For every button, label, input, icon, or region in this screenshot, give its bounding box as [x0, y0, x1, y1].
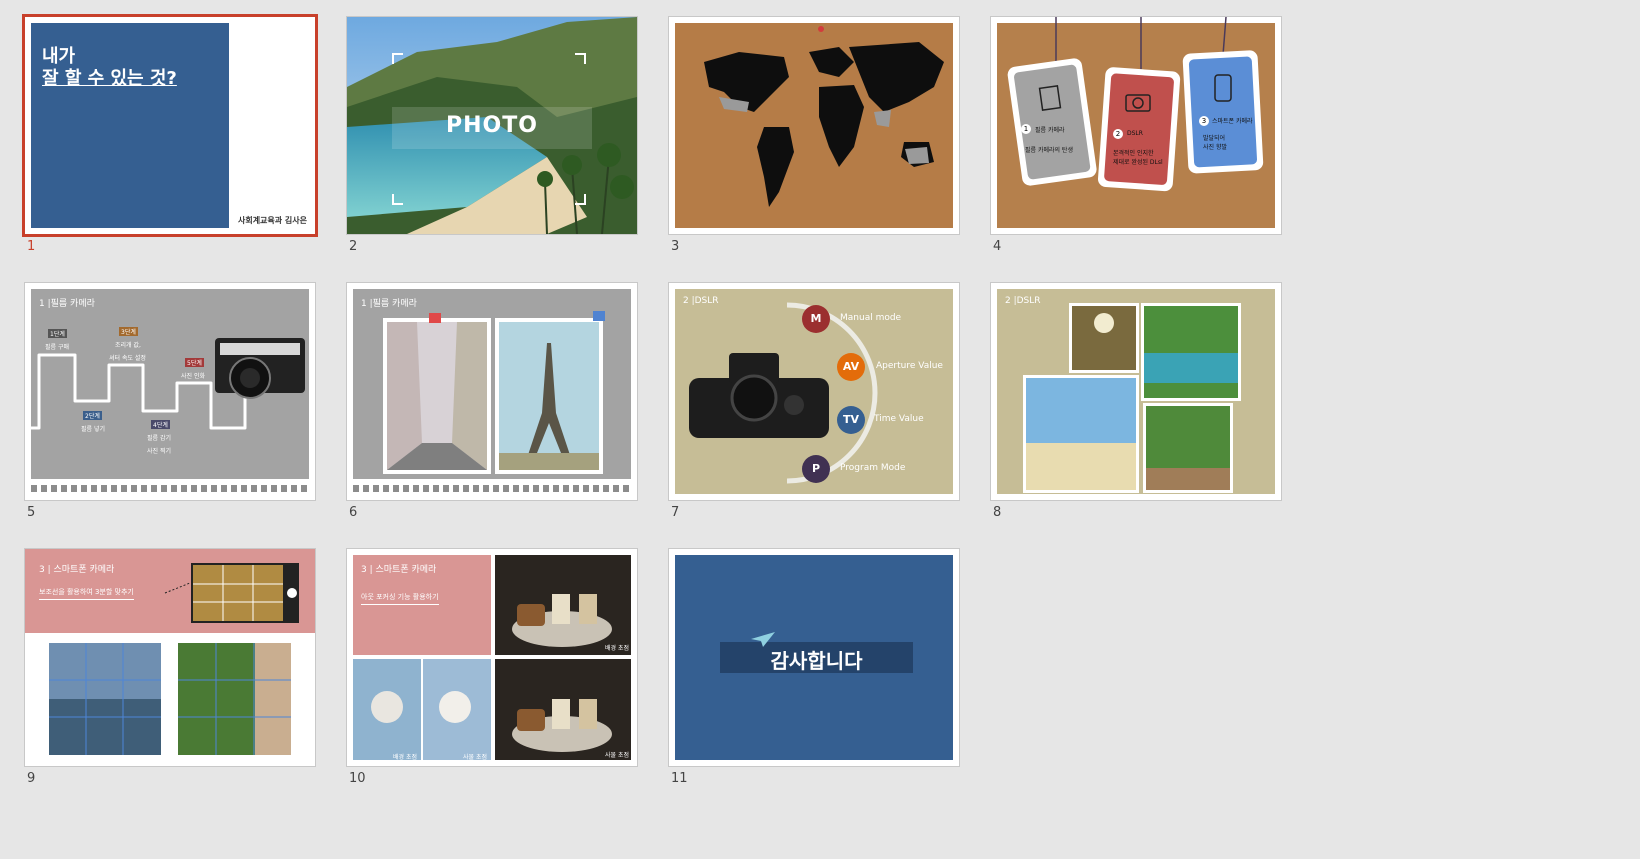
author-text: 사회계교육과 김사은: [237, 216, 307, 225]
slide-number-3: 3: [671, 239, 680, 254]
caption-background-focus-1: 배경 초점: [605, 645, 629, 652]
slide-number-9: 9: [27, 771, 36, 786]
dslr-camera-icon: [689, 353, 829, 438]
slide-thumbnail-6[interactable]: 1 |필름 카메라: [347, 283, 637, 500]
tag-1-desc: 필름 카메라의 탄생: [1025, 147, 1073, 154]
film-strip: [353, 485, 631, 492]
film-strip: [31, 485, 309, 492]
step-3-text-2: 셔터 속도 설정: [109, 355, 146, 362]
slide-thumbnail-1[interactable]: 내가 잘 할 수 있는 것? 사회계교육과 김사은: [25, 17, 315, 234]
mode-tv-letter: TV: [842, 413, 860, 426]
tag-2-num: 2: [1113, 129, 1123, 139]
mode-av-label: Aperture Value: [876, 361, 943, 371]
slide-number-8: 8: [993, 505, 1002, 520]
step-4-badge: 4단계: [151, 420, 170, 429]
step-2-text: 필름 넣기: [81, 426, 105, 433]
slide-thumbnail-7[interactable]: 2 |DSLR M Manual mode AV Aperture Value …: [669, 283, 959, 500]
tag-2-desc-1: 본격적인 인지한: [1113, 150, 1154, 157]
slide-number-6: 6: [349, 505, 358, 520]
tag-1-title: 필름 카메라: [1035, 127, 1065, 134]
step-1-text: 필름 구매: [45, 344, 69, 351]
focus-photos: [353, 555, 631, 760]
mode-p-letter: P: [811, 462, 821, 475]
tag-3-desc-1: 발달되어: [1203, 135, 1226, 142]
photo-label: PHOTO: [446, 113, 538, 138]
step-4-text-1: 필름 감기: [147, 435, 171, 442]
step-2-badge: 2단계: [83, 411, 102, 420]
slide-number-2: 2: [349, 239, 358, 254]
camera-icon: [215, 338, 305, 399]
caption-subject-focus-1: 사물 초점: [463, 754, 487, 761]
slide-thumbnail-3[interactable]: [669, 17, 959, 234]
tag-3-title: 스마트폰 카메라: [1212, 118, 1253, 125]
step-5-badge: 5단계: [185, 358, 204, 367]
slide-number-4: 4: [993, 239, 1002, 254]
tag-2-title: DSLR: [1127, 130, 1143, 137]
mode-p-label: Program Mode: [840, 463, 906, 473]
paris-photos: [383, 311, 605, 474]
world-map-on-cork: [675, 23, 953, 228]
step-5-text: 사진 인화: [181, 373, 205, 380]
tag-3-num: 3: [1199, 116, 1209, 126]
thank-you-label: 감사합니다: [770, 649, 863, 673]
step-3-text-1: 조리개 값,: [115, 342, 141, 349]
mode-tv-label: Time Value: [874, 414, 924, 424]
step-path: [31, 338, 305, 430]
slide-thumbnail-10[interactable]: 3 | 스마트폰 카메라 아웃 포커싱 기능 활용하기 배경 초점 배경 초점 …: [347, 549, 637, 766]
mode-av-letter: AV: [842, 360, 860, 373]
caption-background-focus-2: 배경 초점: [393, 754, 417, 761]
slide-number-10: 10: [349, 771, 366, 786]
slide-thumbnail-8[interactable]: 2 |DSLR: [991, 283, 1281, 500]
slide-number-5: 5: [27, 505, 36, 520]
caption-subject-focus-2: 사물 초점: [605, 752, 629, 759]
tag-2-desc-2: 제대로 완성된 DLsl: [1113, 159, 1163, 166]
slide-thumbnail-9[interactable]: 3 | 스마트폰 카메라 보조선을 활용하여 3분할 맞추기: [25, 549, 315, 766]
slide-thumbnail-11[interactable]: 감사합니다: [669, 549, 959, 766]
slide-title-line2: 잘 할 수 있는 것?: [42, 68, 177, 89]
slide-number-7: 7: [671, 505, 680, 520]
slide-thumbnail-5[interactable]: 1 |필름 카메라 1단계 필름 구매 2단계 필름 넣기 3단계 조리개 값,…: [25, 283, 315, 500]
slide-thumbnail-4[interactable]: 1 필름 카메라 필름 카메라의 탄생 2 DSLR 본격적인 인지한 제대로 …: [991, 17, 1281, 234]
mode-m-letter: M: [810, 312, 822, 325]
photo-collage: [1023, 303, 1241, 493]
slide-number-1: 1: [27, 239, 36, 254]
step-4-text-2: 사진 찍기: [147, 448, 171, 455]
mode-m-label: Manual mode: [840, 313, 902, 323]
slide-number-11: 11: [671, 771, 688, 786]
grid-photos: [49, 563, 299, 755]
step-3-badge: 3단계: [119, 327, 138, 336]
step-1-badge: 1단계: [48, 329, 67, 338]
tag-3-desc-2: 사진 향발: [1203, 144, 1227, 151]
tag-1-num: 1: [1021, 124, 1031, 134]
slide-thumbnail-2[interactable]: PHOTO: [347, 17, 637, 234]
